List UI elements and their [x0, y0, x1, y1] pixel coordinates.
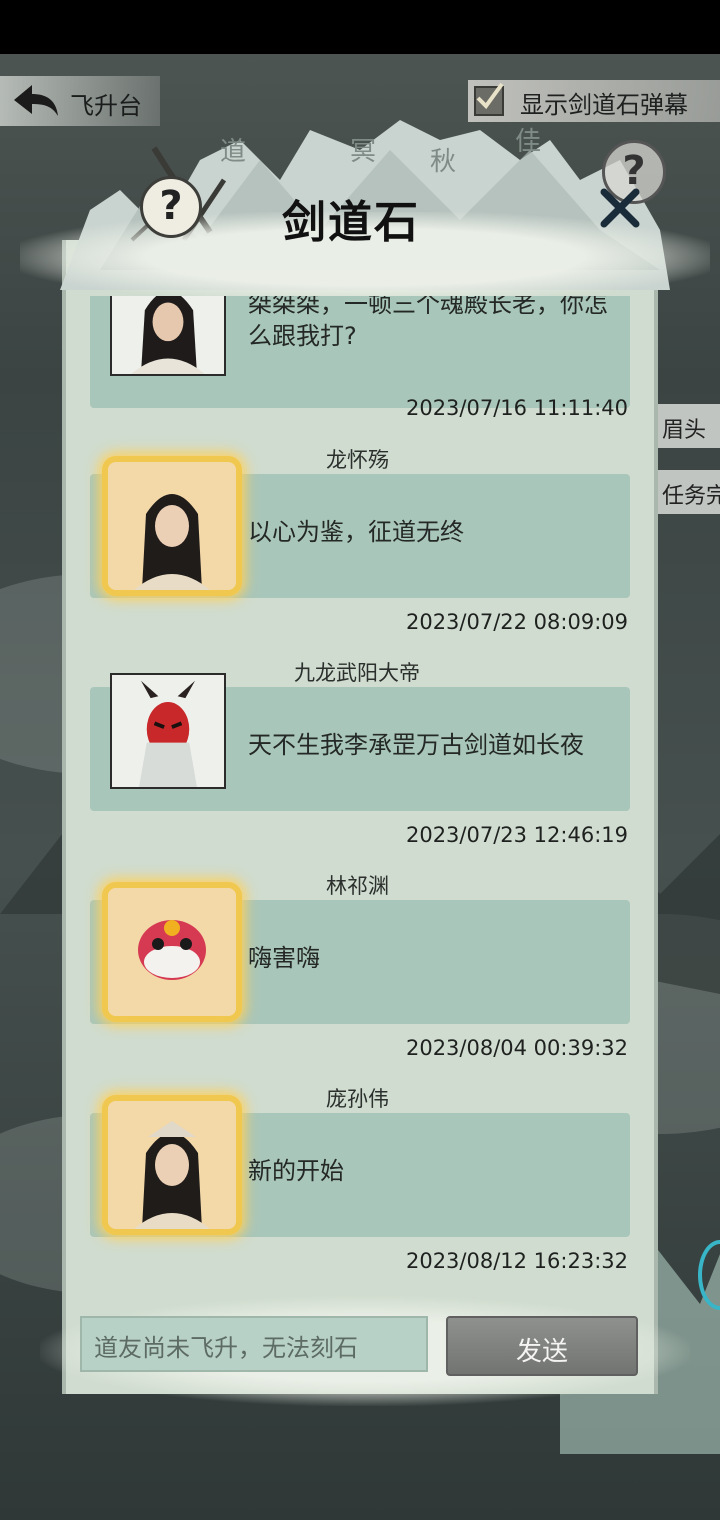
- message-text: 新的开始: [248, 1157, 344, 1185]
- message-text: 桀桀桀，一顿三个魂殿长老，你怎么跟我打?: [248, 296, 608, 350]
- demon-mask-portrait-icon: [112, 675, 224, 787]
- send-button[interactable]: 发送: [446, 1316, 638, 1376]
- top-bar: 飞升台 显示剑道石弹幕: [0, 76, 720, 126]
- inscription-input[interactable]: 道友尚未飞升，无法刻石: [80, 1316, 428, 1372]
- male-cultivator-portrait-icon: [108, 1101, 236, 1229]
- message-author: 庞孙伟: [326, 1087, 389, 1111]
- message-item: 桀桀桀，一顿三个魂殿长老，你怎么跟我打? 2023/07/16 11:11:40: [80, 296, 640, 420]
- message-list[interactable]: 桀桀桀，一顿三个魂殿长老，你怎么跟我打? 2023/07/16 11:11:40…: [80, 296, 640, 1286]
- avatar[interactable]: [110, 296, 226, 376]
- check-icon: [476, 82, 504, 110]
- avatar[interactable]: [102, 882, 242, 1022]
- svg-text:冥: 冥: [350, 137, 376, 167]
- avatar[interactable]: [102, 456, 242, 596]
- back-arrow-icon: [14, 85, 58, 116]
- close-icon[interactable]: [598, 186, 642, 230]
- message-item: 林祁渊 嗨害嗨 2023/08/04 00:39:32: [80, 842, 640, 1060]
- svg-text:佳: 佳: [515, 127, 541, 157]
- message-text: 天不生我李承罡万古剑道如长夜: [248, 731, 584, 759]
- message-item: 九龙武阳大帝 天不生我李承罡万古剑道如长夜 2023/07/23 12:46:1…: [80, 629, 640, 847]
- barrage-label: 显示剑道石弹幕: [520, 91, 688, 119]
- message-text: 嗨害嗨: [248, 944, 320, 972]
- back-label: 飞升台: [70, 92, 142, 120]
- message-author: 林祁渊: [326, 874, 389, 898]
- avatar[interactable]: [110, 673, 226, 789]
- message-item: 庞孙伟 新的开始 2023/08/12 16:23:32: [80, 1055, 640, 1273]
- lion-dance-portrait-icon: [108, 888, 236, 1016]
- message-author: 九龙武阳大帝: [294, 661, 420, 685]
- svg-text:秋: 秋: [430, 147, 456, 177]
- barrage-checkbox[interactable]: [474, 82, 504, 116]
- status-bar: [0, 0, 720, 54]
- male-cultivator-portrait-icon: [112, 296, 224, 374]
- message-time: 2023/08/12 16:23:32: [405, 1249, 628, 1273]
- send-label: 发送: [515, 1337, 568, 1367]
- male-cultivator-portrait-icon: [108, 462, 236, 590]
- help-button[interactable]: ?: [140, 176, 202, 238]
- message-item: 龙怀殇 以心为鉴，征道无终 2023/07/22 08:09:09: [80, 416, 640, 634]
- message-text: 以心为鉴，征道无终: [248, 518, 464, 546]
- barrage-toggle[interactable]: 显示剑道石弹幕: [468, 80, 720, 122]
- side-hint-1[interactable]: 眉头: [658, 404, 720, 448]
- back-button[interactable]: 飞升台: [0, 76, 160, 126]
- panel-title: 剑道石: [282, 197, 420, 248]
- side-hint-2[interactable]: 任务完: [658, 470, 720, 514]
- message-author: 龙怀殇: [326, 448, 389, 472]
- inscription-placeholder: 道友尚未飞升，无法刻石: [94, 1334, 358, 1362]
- avatar[interactable]: [102, 1095, 242, 1235]
